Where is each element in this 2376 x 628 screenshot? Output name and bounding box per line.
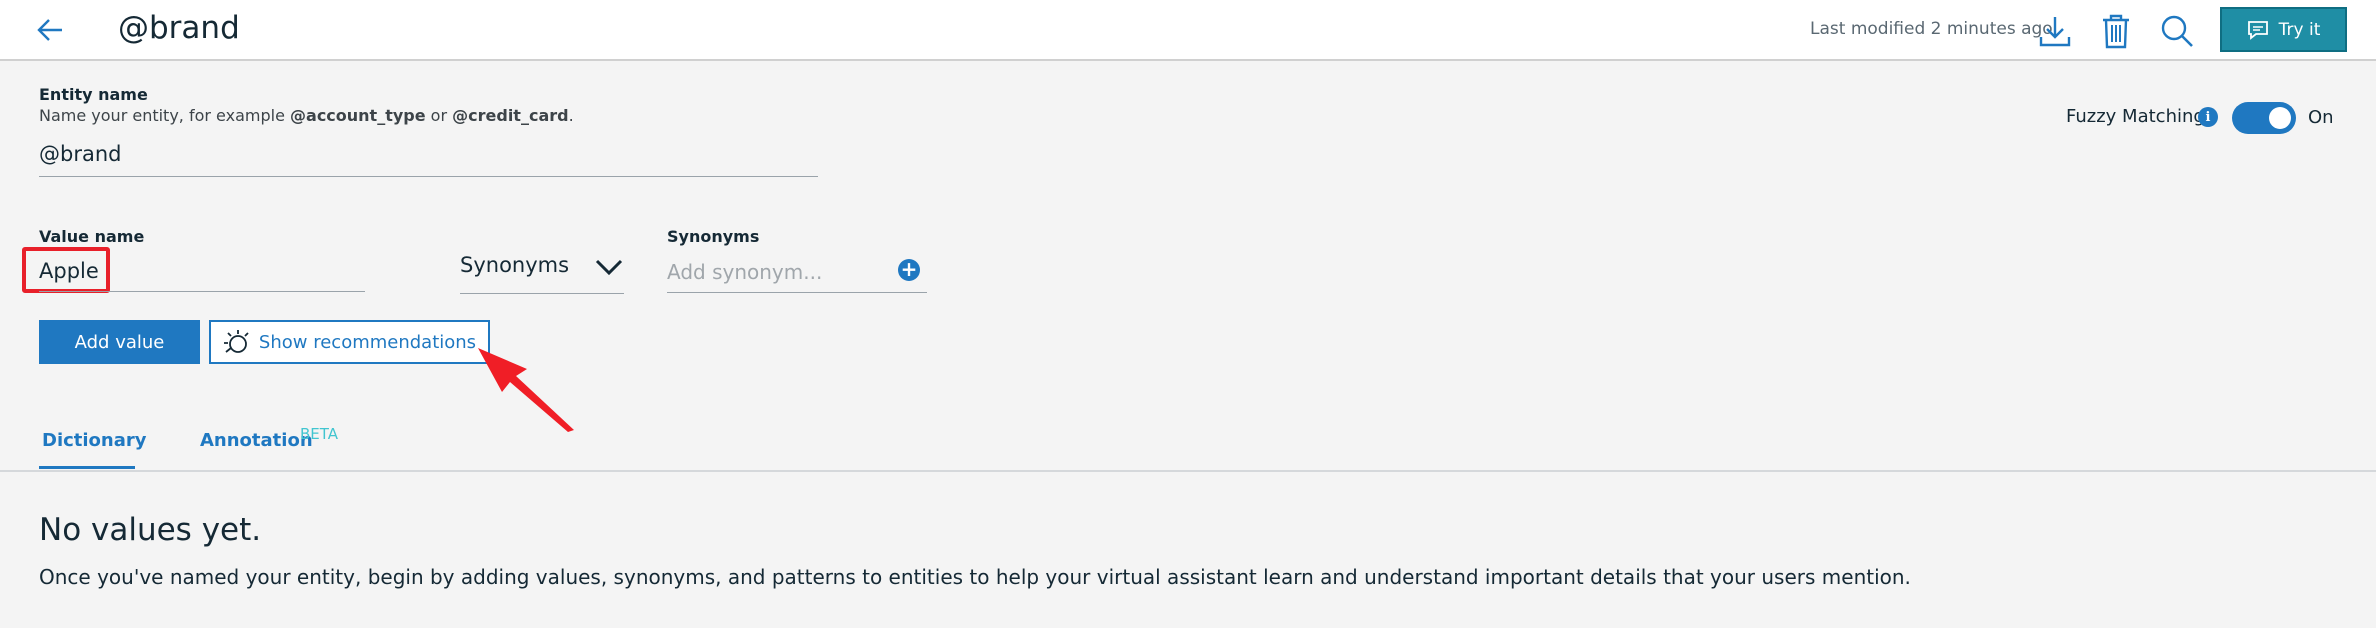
empty-state-description: Once you've named your entity, begin by …	[39, 565, 1911, 589]
entity-name-input[interactable]: @brand	[39, 142, 121, 166]
page-title: @brand	[118, 10, 240, 46]
watson-icon	[223, 330, 249, 353]
info-icon[interactable]: i	[2198, 107, 2218, 127]
example-account-type: @account_type	[290, 106, 426, 125]
search-icon[interactable]	[2158, 12, 2196, 50]
value-name-underline	[39, 291, 365, 292]
help-text-or: or	[425, 106, 453, 125]
entity-name-underline	[39, 176, 818, 177]
try-it-button[interactable]: Try it	[2220, 7, 2347, 52]
fuzzy-matching-label: Fuzzy Matching	[2066, 106, 2205, 127]
help-text-prefix: Name your entity, for example	[39, 106, 291, 125]
values-panel	[0, 472, 2376, 628]
show-recommendations-button[interactable]: Show recommendations	[209, 320, 490, 364]
try-it-label: Try it	[2278, 19, 2321, 40]
type-select[interactable]: Synonyms	[460, 253, 569, 277]
active-tab-indicator	[39, 466, 135, 469]
download-icon[interactable]	[2036, 12, 2074, 50]
top-bar: @brand Last modified 2 minutes ago Try i…	[0, 0, 2376, 61]
show-recommendations-label: Show recommendations	[258, 331, 477, 353]
help-text-suffix: .	[568, 106, 574, 125]
type-select-underline	[460, 293, 624, 294]
synonym-input[interactable]: Add synonym...	[667, 260, 822, 284]
toggle-state-label: On	[2308, 107, 2334, 128]
chevron-down-icon[interactable]	[594, 255, 624, 279]
value-name-input[interactable]: Apple	[39, 259, 99, 283]
tab-annotation[interactable]: Annotation	[200, 430, 313, 451]
fuzzy-matching-toggle[interactable]	[2232, 102, 2296, 134]
back-arrow-icon[interactable]	[32, 12, 68, 48]
add-synonym-icon[interactable]: +	[898, 259, 920, 281]
trash-icon[interactable]	[2097, 12, 2135, 50]
entity-name-help: Name your entity, for example @account_t…	[39, 106, 574, 125]
example-credit-card: @credit_card	[452, 106, 569, 125]
beta-badge: BETA	[300, 425, 339, 443]
chat-icon	[2247, 20, 2268, 40]
add-value-button[interactable]: Add value	[39, 320, 200, 364]
synonyms-label: Synonyms	[667, 227, 760, 246]
entity-name-label: Entity name	[39, 85, 148, 104]
tab-dictionary[interactable]: Dictionary	[42, 430, 147, 451]
annotation-arrow	[478, 348, 574, 432]
value-name-label: Value name	[39, 227, 145, 246]
synonym-underline	[667, 292, 927, 293]
empty-state-title: No values yet.	[39, 512, 262, 548]
last-modified-text: Last modified 2 minutes ago	[1810, 19, 2053, 39]
